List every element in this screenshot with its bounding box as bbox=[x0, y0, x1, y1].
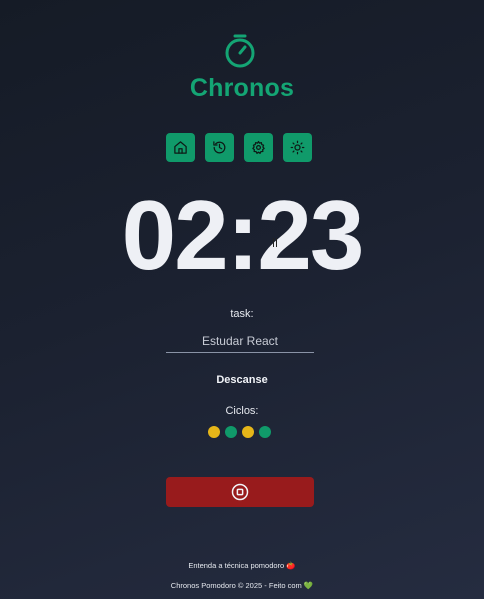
cycles-label: Ciclos: bbox=[225, 405, 259, 417]
footer-copyright: Chronos Pomodoro © 2025 - Feito com 💚 bbox=[170, 581, 314, 590]
stop-circle-icon bbox=[231, 483, 249, 501]
cycle-dot bbox=[242, 426, 254, 438]
cycles-indicator bbox=[208, 426, 271, 438]
cycle-status-text: Descanse bbox=[216, 374, 268, 386]
history-icon bbox=[213, 141, 226, 154]
main-menu bbox=[166, 133, 314, 162]
stopwatch-icon bbox=[223, 33, 257, 69]
cycle-dot bbox=[259, 426, 271, 438]
app-title[interactable]: Chronos bbox=[0, 74, 484, 103]
sun-icon bbox=[290, 140, 305, 155]
theme-toggle-button[interactable] bbox=[283, 133, 312, 162]
pomodoro-info-link[interactable]: Entenda a técnica pomodoro 🍅 bbox=[0, 561, 484, 570]
home-icon bbox=[174, 141, 187, 154]
task-label: task: bbox=[230, 308, 254, 320]
cycle-dot bbox=[208, 426, 220, 438]
home-button[interactable] bbox=[166, 133, 195, 162]
text-cursor-icon bbox=[273, 238, 277, 247]
history-button[interactable] bbox=[205, 133, 234, 162]
stop-button[interactable] bbox=[166, 477, 314, 507]
cycle-dot bbox=[225, 426, 237, 438]
countdown-display: 02:23 bbox=[121, 180, 365, 290]
settings-button[interactable] bbox=[244, 133, 273, 162]
settings-icon bbox=[252, 140, 265, 154]
task-input[interactable] bbox=[166, 330, 314, 353]
